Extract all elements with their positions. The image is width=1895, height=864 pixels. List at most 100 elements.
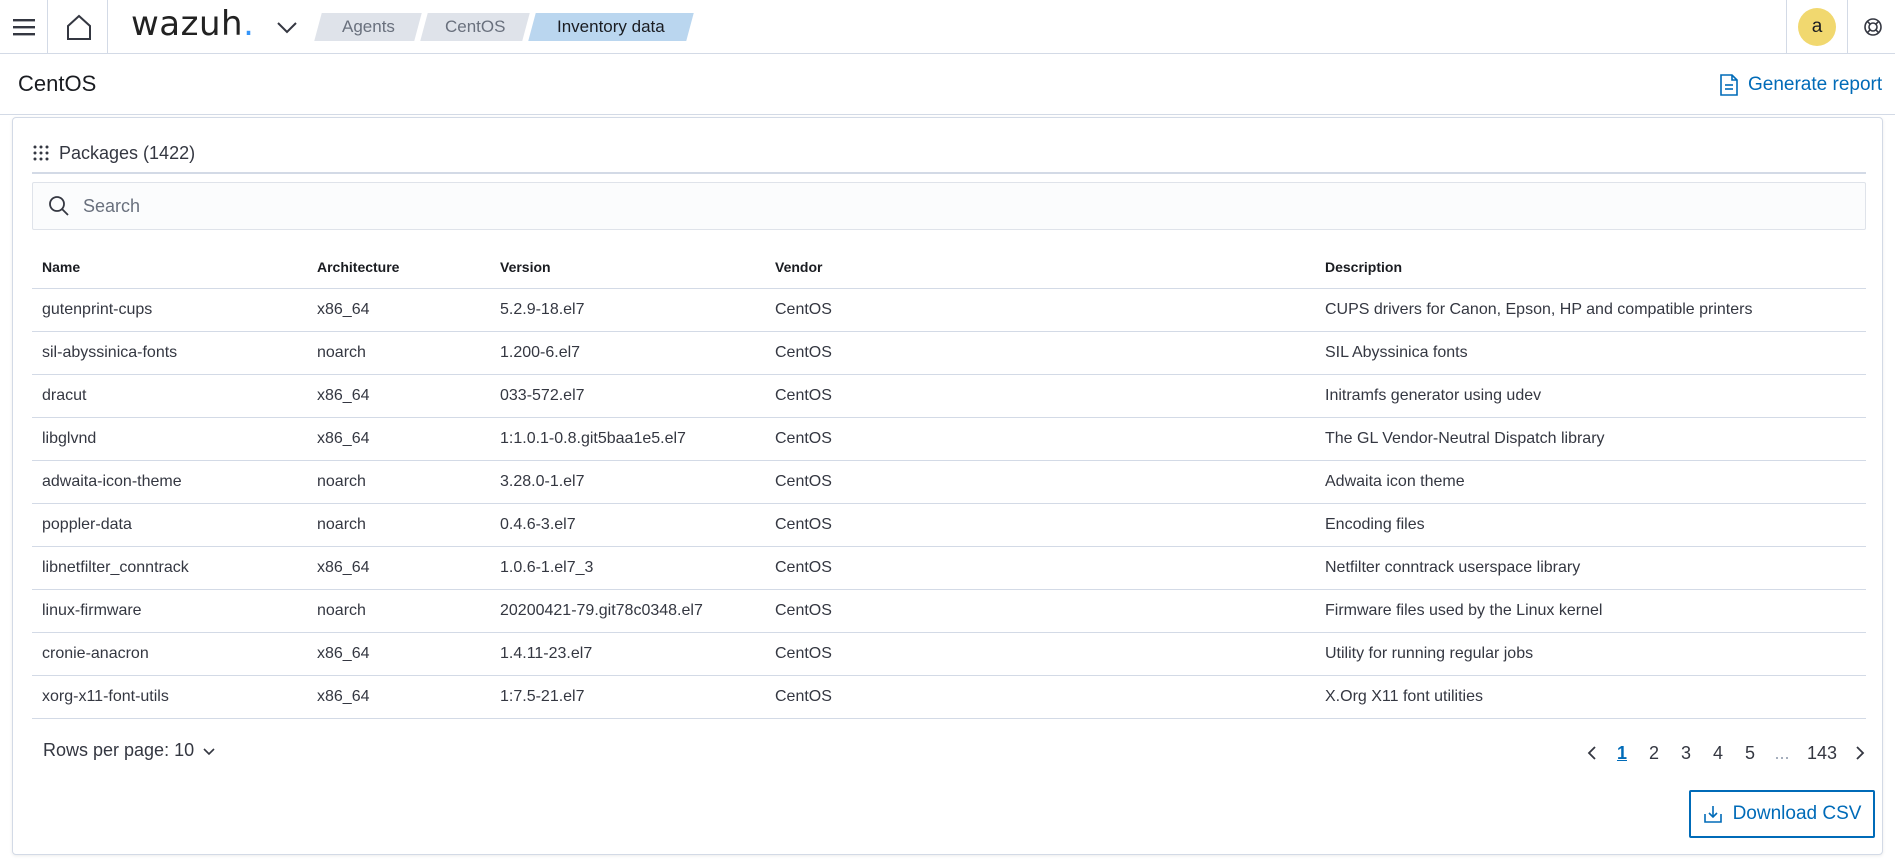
cell-version: 1.0.6-1.el7_3 [490, 546, 765, 590]
breadcrumb-label: Agents [341, 17, 395, 36]
table-row[interactable]: linux-firmware noarch 20200421-79.git78c… [32, 589, 1866, 633]
cell-name: adwaita-icon-theme [32, 460, 307, 504]
cell-architecture: x86_64 [307, 374, 490, 418]
breadcrumb-agents[interactable]: Agents [314, 13, 422, 41]
pagination-ellipsis: ... [1774, 742, 1790, 763]
wazuh-logo[interactable]: wazuh. [131, 4, 254, 44]
previous-page-button[interactable] [1578, 745, 1606, 761]
cell-name: xorg-x11-font-utils [32, 675, 307, 719]
column-header-name[interactable]: Name [32, 246, 307, 289]
divider [32, 172, 1866, 174]
cell-vendor: CentOS [765, 632, 1315, 676]
top-nav: wazuh. Agents CentOS Inventory data a [0, 0, 1895, 54]
cell-architecture: noarch [307, 331, 490, 375]
cell-version: 0.4.6-3.el7 [490, 503, 765, 547]
search-input[interactable] [83, 195, 1783, 217]
table-row[interactable]: sil-abyssinica-fonts noarch 1.200-6.el7 … [32, 331, 1866, 375]
table-row[interactable]: gutenprint-cups x86_64 5.2.9-18.el7 Cent… [32, 288, 1866, 332]
table-row[interactable]: cronie-anacron x86_64 1.4.11-23.el7 Cent… [32, 632, 1866, 676]
cell-vendor: CentOS [765, 417, 1315, 461]
table-row[interactable]: libglvnd x86_64 1:1.0.1-0.8.git5baa1e5.e… [32, 417, 1866, 461]
cell-description: Firmware files used by the Linux kernel [1315, 589, 1866, 633]
cell-description: Encoding files [1315, 503, 1866, 547]
logo-text: wazuh [131, 4, 244, 44]
cell-name: gutenprint-cups [32, 288, 307, 332]
cell-vendor: CentOS [765, 546, 1315, 590]
help-icon [1863, 17, 1882, 36]
hamburger-icon [12, 18, 35, 35]
cell-name: poppler-data [32, 503, 307, 547]
cell-description: CUPS drivers for Canon, Epson, HP and co… [1315, 288, 1866, 332]
cell-version: 20200421-79.git78c0348.el7 [490, 589, 765, 633]
apps-grid-icon [33, 145, 49, 161]
cell-architecture: x86_64 [307, 632, 490, 676]
table-row[interactable]: dracut x86_64 033-572.el7 CentOS Initram… [32, 374, 1866, 418]
table-row[interactable]: poppler-data noarch 0.4.6-3.el7 CentOS E… [32, 503, 1866, 547]
page-button-4[interactable]: 4 [1702, 743, 1734, 764]
cell-version: 1.200-6.el7 [490, 331, 765, 375]
cell-architecture: noarch [307, 503, 490, 547]
page-button-1[interactable]: 1 [1606, 743, 1638, 764]
cell-version: 1:7.5-21.el7 [490, 675, 765, 719]
cell-architecture: x86_64 [307, 417, 490, 461]
page-title: CentOS [18, 71, 97, 96]
cell-version: 1.4.11-23.el7 [490, 632, 765, 676]
next-page-button[interactable] [1846, 745, 1874, 761]
document-icon [1720, 74, 1738, 96]
pagination: 1 2 3 4 5 ... 143 [1578, 738, 1874, 768]
breadcrumb-centos[interactable]: CentOS [420, 13, 530, 41]
cell-vendor: CentOS [765, 374, 1315, 418]
breadcrumb-label: Inventory data [557, 17, 665, 36]
packages-table: Name Architecture Version Vendor Descrip… [32, 246, 1866, 719]
breadcrumb-inventory-data: Inventory data [528, 13, 694, 41]
cell-architecture: noarch [307, 460, 490, 504]
breadcrumb-label: CentOS [444, 17, 506, 36]
cell-name: linux-firmware [32, 589, 307, 633]
page-button-143[interactable]: 143 [1798, 743, 1846, 764]
panel-title: Packages (1422) [33, 138, 195, 168]
cell-architecture: x86_64 [307, 288, 490, 332]
cell-vendor: CentOS [765, 331, 1315, 375]
page-button-3[interactable]: 3 [1670, 743, 1702, 764]
table-row[interactable]: xorg-x11-font-utils x86_64 1:7.5-21.el7 … [32, 675, 1866, 719]
home-button[interactable] [50, 0, 108, 53]
rows-per-page-label: Rows per page: 10 [43, 740, 195, 760]
table-row[interactable]: adwaita-icon-theme noarch 3.28.0-1.el7 C… [32, 460, 1866, 504]
search-icon [49, 196, 69, 216]
cell-architecture: x86_64 [307, 675, 490, 719]
column-header-vendor[interactable]: Vendor [765, 246, 1315, 289]
page-button-5[interactable]: 5 [1734, 743, 1766, 764]
cell-version: 1:1.0.1-0.8.git5baa1e5.el7 [490, 417, 765, 461]
cell-vendor: CentOS [765, 675, 1315, 719]
generate-report-button[interactable]: Generate report [1720, 70, 1882, 100]
chevron-down-icon[interactable] [274, 14, 300, 40]
user-menu[interactable]: a [1786, 0, 1848, 53]
cell-vendor: CentOS [765, 589, 1315, 633]
cell-vendor: CentOS [765, 460, 1315, 504]
avatar: a [1798, 7, 1836, 46]
cell-architecture: x86_64 [307, 546, 490, 590]
cell-description: X.Org X11 font utilities [1315, 675, 1866, 719]
rows-per-page-select[interactable]: Rows per page: 10 [43, 740, 216, 761]
packages-panel: Packages (1422) Name Architecture Versio… [12, 117, 1883, 855]
page-button-2[interactable]: 2 [1638, 743, 1670, 764]
cell-vendor: CentOS [765, 288, 1315, 332]
table-row[interactable]: libnetfilter_conntrack x86_64 1.0.6-1.el… [32, 546, 1866, 590]
page-header: CentOS Generate report [0, 55, 1895, 115]
generate-report-label: Generate report [1748, 74, 1883, 95]
cell-description: Adwaita icon theme [1315, 460, 1866, 504]
cell-description: Initramfs generator using udev [1315, 374, 1866, 418]
column-header-description[interactable]: Description [1315, 246, 1866, 289]
cell-version: 3.28.0-1.el7 [490, 460, 765, 504]
cell-name: libnetfilter_conntrack [32, 546, 307, 590]
column-header-architecture[interactable]: Architecture [307, 246, 490, 289]
help-button[interactable] [1850, 0, 1895, 53]
column-header-version[interactable]: Version [490, 246, 765, 289]
cell-name: cronie-anacron [32, 632, 307, 676]
menu-button[interactable] [0, 0, 48, 53]
search-bar[interactable] [32, 182, 1866, 230]
cell-description: Utility for running regular jobs [1315, 632, 1866, 676]
cell-architecture: noarch [307, 589, 490, 633]
chevron-left-icon [1587, 746, 1596, 760]
download-csv-button[interactable]: Download CSV [1689, 790, 1875, 838]
